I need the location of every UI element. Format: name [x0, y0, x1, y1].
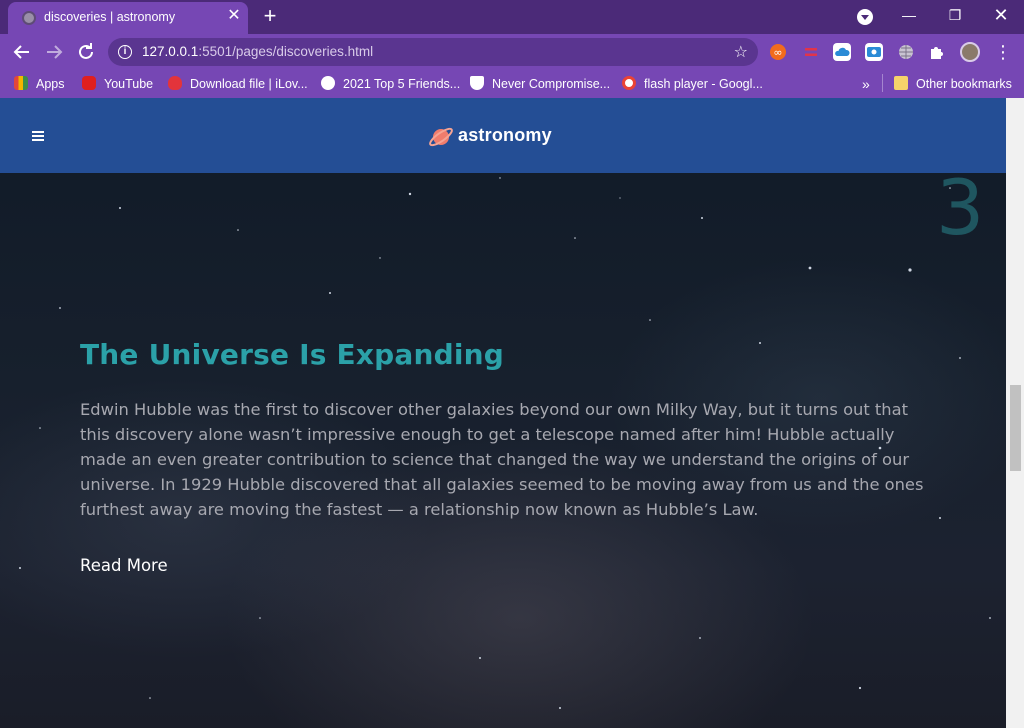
new-tab-button[interactable]: + [258, 4, 282, 28]
scrollbar-thumb[interactable] [1010, 385, 1021, 471]
browser-menu-icon[interactable]: ⋮ [994, 40, 1012, 64]
extension-cloud-icon[interactable] [833, 43, 851, 61]
site-header: astronomy [0, 98, 1006, 173]
tab-search-icon[interactable] [857, 9, 873, 25]
heart-icon [168, 76, 182, 90]
bookmarks-divider [882, 74, 883, 92]
bookmark-star-icon[interactable]: ☆ [734, 42, 748, 62]
planet-logo-icon [429, 127, 453, 147]
site-logo-text: astronomy [458, 125, 552, 145]
maximize-button[interactable]: ❐ [932, 0, 978, 30]
extension-screen-icon[interactable] [865, 43, 883, 61]
page-scrollbar[interactable] [1006, 98, 1024, 728]
active-tab[interactable]: discoveries | astronomy ✕ [8, 2, 248, 34]
minimize-button[interactable]: — [886, 0, 932, 30]
folder-icon [894, 76, 908, 90]
shield-icon [470, 76, 484, 90]
bookmark-youtube[interactable]: YouTube [82, 76, 153, 94]
reload-icon[interactable] [74, 40, 98, 64]
google-icon [622, 76, 636, 90]
extensions-puzzle-icon[interactable] [928, 43, 946, 61]
other-bookmarks-folder[interactable]: Other bookmarks [894, 76, 1012, 94]
tab-title: discoveries | astronomy [44, 10, 176, 24]
svg-text:∞: ∞ [773, 46, 782, 59]
address-bar[interactable]: i 127.0.0.1:5501/pages/discoveries.html … [108, 38, 758, 66]
extension-infinity-icon[interactable]: ∞ [769, 43, 787, 61]
bookmark-ilovepdf[interactable]: Download file | iLov... [168, 76, 308, 94]
close-window-button[interactable]: ✕ [978, 0, 1024, 30]
bookmark-flash-player[interactable]: flash player - Googl... [622, 76, 763, 94]
browser-toolbar: i 127.0.0.1:5501/pages/discoveries.html … [0, 34, 1024, 70]
bookmark-never-compromise[interactable]: Never Compromise... [470, 76, 610, 94]
tab-favicon-icon [22, 11, 36, 25]
site-info-icon[interactable]: i [118, 45, 132, 59]
extension-equal-icon[interactable] [802, 43, 820, 61]
slide-number: 3 [936, 163, 985, 252]
youtube-icon [82, 76, 96, 90]
article-title: The Universe Is Expanding [80, 338, 505, 371]
back-arrow-icon[interactable] [10, 40, 34, 64]
hamburger-menu-icon[interactable] [32, 131, 44, 141]
bookmark-apps[interactable]: Apps [14, 76, 65, 94]
read-more-link[interactable]: Read More [80, 556, 168, 575]
profile-avatar[interactable] [960, 42, 980, 62]
bookmarks-overflow-button[interactable]: » [862, 76, 870, 94]
tab-strip: discoveries | astronomy ✕ + — ❐ ✕ [0, 0, 1024, 34]
forward-arrow-icon[interactable] [42, 40, 66, 64]
bookmarks-bar: Apps YouTube Download file | iLov... 202… [0, 70, 1024, 98]
globe-icon [321, 76, 335, 90]
bookmark-top5-friends[interactable]: 2021 Top 5 Friends... [321, 76, 460, 94]
article-body: Edwin Hubble was the first to discover o… [80, 400, 924, 519]
page-viewport: astronomy 3 The Universe Is Expanding Ed… [0, 98, 1006, 728]
url-text: 127.0.0.1:5501/pages/discoveries.html [142, 44, 374, 59]
site-logo[interactable]: astronomy [428, 122, 552, 150]
extension-globe-icon[interactable] [897, 43, 915, 61]
apps-grid-icon [14, 76, 28, 90]
tab-close-icon[interactable]: ✕ [224, 6, 244, 26]
